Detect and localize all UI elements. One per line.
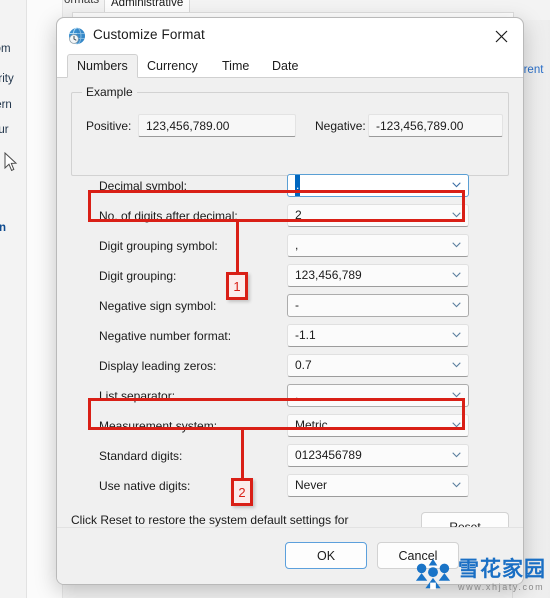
label-digit-grouping: Digit grouping: xyxy=(99,269,177,283)
positive-value-field: 123,456,789.00 xyxy=(138,114,296,137)
label-display-leading-zeros: Display leading zeros: xyxy=(99,359,217,373)
label-decimal-symbol: Decimal symbol: xyxy=(99,179,188,193)
reset-note-line1: Click Reset to restore the system defaul… xyxy=(71,513,349,527)
tab-date[interactable]: Date xyxy=(262,54,308,78)
label-list-separator: List separator: xyxy=(99,389,176,403)
background-tab-formats[interactable]: Formats xyxy=(57,0,99,6)
combo-standard-digits[interactable]: 0123456789 xyxy=(287,444,469,467)
dialog-tabstrip: Numbers Currency Time Date xyxy=(57,54,523,78)
combo-display-leading-zeros-value: 0.7 xyxy=(295,358,312,372)
label-standard-digits: Standard digits: xyxy=(99,449,183,463)
chevron-down-icon xyxy=(452,362,461,368)
background-nav-item-3[interactable]: our xyxy=(0,124,9,136)
annotation-leader-2 xyxy=(241,430,244,478)
chevron-down-icon xyxy=(452,272,461,278)
combo-measurement-system-value: Metric xyxy=(295,418,328,432)
tab-time[interactable]: Time xyxy=(212,54,259,78)
combo-decimal-symbol[interactable]: . xyxy=(287,174,469,197)
combo-digits-after-decimal[interactable]: 2 xyxy=(287,204,469,227)
chevron-down-icon xyxy=(452,422,461,428)
background-left-edge xyxy=(0,0,27,598)
chevron-down-icon xyxy=(452,212,461,218)
chevron-down-icon xyxy=(452,332,461,338)
annotation-marker-1: 1 xyxy=(226,272,248,300)
annotation-marker-2: 2 xyxy=(231,478,253,506)
label-measurement-system: Measurement system: xyxy=(99,419,218,433)
example-group-legend: Example xyxy=(82,85,137,99)
combo-negative-number-format-value: -1.1 xyxy=(295,328,316,342)
example-group: Example Positive: 123,456,789.00 Negativ… xyxy=(71,85,509,176)
annotation-leader-1 xyxy=(236,222,239,272)
background-nav-item-1[interactable]: urity xyxy=(0,73,14,85)
combo-negative-number-format[interactable]: -1.1 xyxy=(287,324,469,347)
combo-measurement-system[interactable]: Metric xyxy=(287,414,469,437)
dialog-titlebar: Customize Format xyxy=(57,18,523,54)
ok-button[interactable]: OK xyxy=(285,542,367,569)
combo-display-leading-zeros[interactable]: 0.7 xyxy=(287,354,469,377)
watermark-name: 雪花家园 xyxy=(458,557,546,581)
close-icon xyxy=(495,30,507,42)
chevron-down-icon xyxy=(452,392,461,398)
chevron-down-icon xyxy=(452,482,461,488)
customize-format-dialog: Customize Format Numbers Currency Time D… xyxy=(56,17,524,585)
combo-digit-grouping[interactable]: 123,456,789 xyxy=(287,264,469,287)
combo-list-separator[interactable]: , xyxy=(287,384,469,407)
mouse-cursor-icon xyxy=(4,152,18,172)
dialog-body: Example Positive: 123,456,789.00 Negativ… xyxy=(57,78,523,584)
combo-negative-sign-symbol[interactable]: - xyxy=(287,294,469,317)
label-use-native-digits: Use native digits: xyxy=(99,479,191,493)
combo-digit-grouping-symbol-value: , xyxy=(295,238,299,252)
combo-use-native-digits-value: Never xyxy=(295,478,328,492)
watermark-text: 雪花家园 www.xhjaty.com xyxy=(458,559,546,592)
dialog-title: Customize Format xyxy=(93,27,205,42)
watermark: 雪花家园 www.xhjaty.com xyxy=(414,556,546,594)
negative-value-field: -123,456,789.00 xyxy=(368,114,503,137)
combo-decimal-symbol-value: . xyxy=(295,175,301,196)
combo-digits-after-decimal-value: 2 xyxy=(295,208,302,222)
label-digits-after-decimal: No. of digits after decimal: xyxy=(99,209,238,223)
tab-numbers[interactable]: Numbers xyxy=(67,54,138,78)
background-nav-item-2[interactable]: tern xyxy=(0,99,12,111)
close-button[interactable] xyxy=(479,18,523,54)
positive-label: Positive: xyxy=(86,119,132,133)
chevron-down-icon xyxy=(452,302,461,308)
watermark-url: www.xhjaty.com xyxy=(458,581,545,592)
label-negative-sign-symbol: Negative sign symbol: xyxy=(99,299,217,313)
combo-standard-digits-value: 0123456789 xyxy=(295,448,362,462)
combo-list-separator-value: , xyxy=(295,388,299,402)
globe-clock-icon xyxy=(69,27,85,45)
combo-digit-grouping-value: 123,456,789 xyxy=(295,268,362,282)
chevron-down-icon xyxy=(452,242,461,248)
negative-label: Negative: xyxy=(315,119,366,133)
tab-currency[interactable]: Currency xyxy=(137,54,208,78)
chevron-down-icon xyxy=(452,452,461,458)
background-nav-item-0[interactable]: lom xyxy=(0,43,11,55)
combo-use-native-digits[interactable]: Never xyxy=(287,474,469,497)
snowflake-logo-icon xyxy=(415,558,451,590)
background-nav-item-5[interactable]: on xyxy=(0,222,6,234)
chevron-down-icon xyxy=(452,182,461,188)
combo-negative-sign-symbol-value: - xyxy=(295,298,299,312)
combo-digit-grouping-symbol[interactable]: , xyxy=(287,234,469,257)
label-negative-number-format: Negative number format: xyxy=(99,329,232,343)
label-digit-grouping-symbol: Digit grouping symbol: xyxy=(99,239,218,253)
